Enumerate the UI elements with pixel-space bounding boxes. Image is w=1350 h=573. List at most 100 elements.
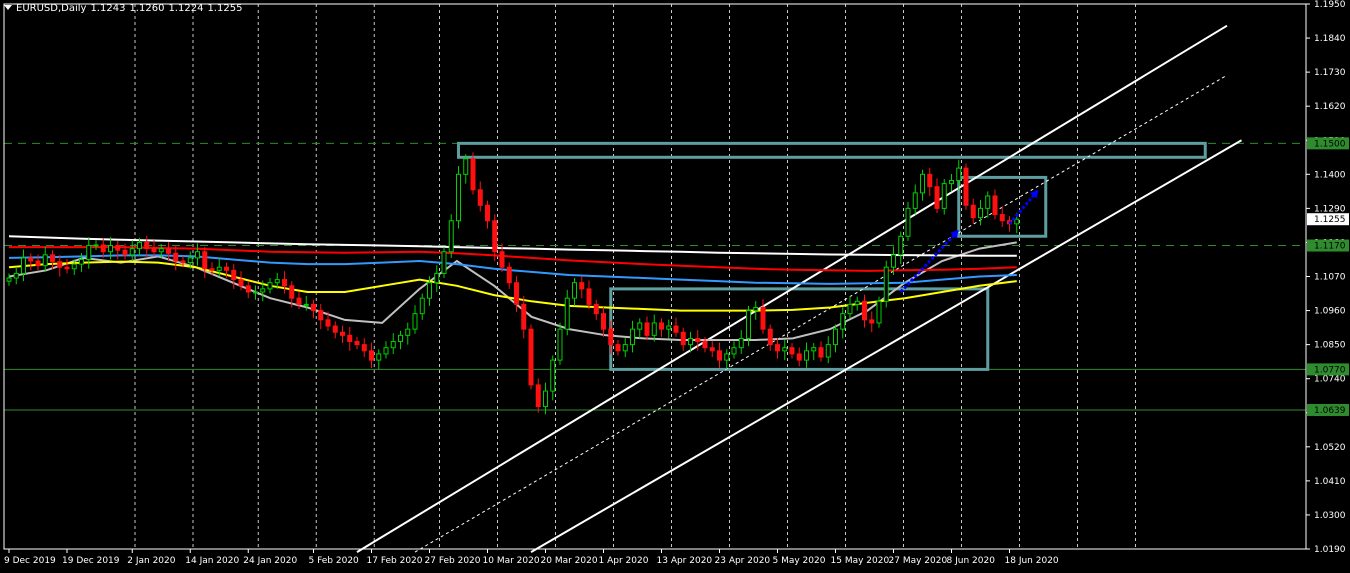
candle-body: [325, 319, 331, 327]
x-tick-label: 14 Jan 2020: [185, 556, 239, 566]
candle-body: [267, 282, 273, 290]
candle-body: [738, 337, 744, 349]
x-tick-label: 8 Jun 2020: [947, 556, 996, 566]
rectangle-objects[interactable]: [457, 141, 1207, 371]
candle-body: [354, 341, 360, 346]
candle-body: [717, 350, 722, 361]
candle-body: [64, 266, 70, 270]
candle-body: [586, 288, 592, 305]
candle-body: [202, 251, 208, 270]
candle-body: [702, 341, 708, 349]
candle-body: [434, 272, 440, 284]
rectangle-object: [457, 141, 1207, 159]
candle-body: [985, 195, 991, 209]
candle-body: [303, 303, 309, 306]
candle-body: [238, 279, 244, 287]
candle-body: [550, 359, 556, 392]
candle-body: [644, 322, 650, 336]
level-label: 1.0639: [1314, 406, 1346, 416]
candle-body: [129, 248, 135, 256]
candle-body: [419, 297, 425, 315]
candle-body: [347, 334, 353, 343]
candle-body: [115, 245, 121, 251]
candle-body: [274, 279, 280, 284]
x-tick-label: 1 Apr 2020: [599, 556, 649, 566]
candle-body: [535, 384, 541, 408]
candle-body: [782, 347, 788, 352]
candle-body: [521, 303, 527, 330]
channel-line: [530, 139, 1243, 553]
y-tick-label: 1.0300: [1314, 511, 1346, 521]
candle-body: [666, 325, 672, 330]
candle-body: [224, 266, 229, 271]
candle-body: [289, 285, 295, 299]
candle-body: [709, 347, 715, 352]
candle-body: [622, 344, 628, 352]
x-tick-label: 20 Mar 2020: [541, 556, 598, 566]
candle-body: [108, 245, 113, 253]
y-tick-label: 1.1840: [1314, 34, 1346, 44]
candle-body: [514, 282, 519, 305]
candle-body: [28, 257, 34, 262]
candle-body: [158, 248, 164, 253]
candle-body: [825, 344, 831, 358]
candle-body: [593, 303, 599, 315]
candle-body: [615, 344, 621, 352]
candle-body: [260, 288, 266, 293]
level-label: 1.1170: [1314, 242, 1346, 252]
candle-body: [35, 260, 41, 267]
candle-body: [579, 282, 585, 290]
x-tick-label: 10 Mar 2020: [483, 556, 540, 566]
candle-body: [731, 347, 737, 355]
y-tick-label: 1.0740: [1314, 375, 1346, 385]
candle-body: [405, 328, 411, 336]
candle-body: [673, 325, 679, 333]
arrow-line: [899, 229, 960, 294]
candle-body: [57, 261, 63, 268]
y-tick-label: 1.0850: [1314, 341, 1346, 351]
candle-body: [688, 337, 693, 346]
x-tick-label: 9 Dec 2019: [4, 556, 56, 566]
candle-body: [144, 241, 150, 250]
x-tick-label: 24 Jan 2020: [243, 556, 297, 566]
candle-body: [311, 303, 316, 312]
x-tick-label: 23 Apr 2020: [715, 556, 771, 566]
price-axis[interactable]: 1.19501.18401.17301.16201.15101.14001.12…: [1306, 0, 1349, 555]
candle-body: [695, 337, 701, 343]
candle-body: [282, 279, 287, 287]
candle-body: [651, 322, 657, 336]
candle-body: [151, 248, 157, 253]
y-tick-label: 1.1730: [1314, 68, 1346, 78]
candle-body: [811, 347, 817, 352]
candle-body: [100, 244, 106, 253]
candle-body: [854, 300, 860, 305]
y-tick-label: 1.0960: [1314, 307, 1346, 317]
candle-body: [180, 260, 186, 264]
y-tick-label: 1.0410: [1314, 477, 1346, 487]
candle-body: [680, 331, 686, 346]
dropdown-triangle-icon[interactable]: [4, 5, 12, 10]
candle-body: [398, 334, 403, 343]
candle-body: [122, 249, 128, 256]
candle-body: [216, 266, 222, 271]
channel-line: [414, 74, 1228, 553]
candle-body: [898, 235, 904, 256]
candle-body: [564, 297, 570, 330]
candle-body: [499, 251, 505, 268]
candle-body: [804, 350, 809, 361]
candle-body: [361, 344, 367, 352]
candle-body: [427, 282, 432, 299]
candle-body: [753, 306, 759, 312]
y-tick-label: 1.1950: [1314, 0, 1346, 10]
candle-body: [42, 254, 48, 267]
candle-body: [470, 158, 476, 191]
candle-body: [992, 195, 998, 216]
candle-body: [463, 158, 469, 175]
candle-body: [383, 347, 389, 355]
candle-body: [920, 173, 925, 194]
candle-body: [332, 325, 338, 333]
price-chart[interactable]: 1.19501.18401.17301.16201.15101.14001.12…: [0, 0, 1350, 573]
level-label: 1.1500: [1314, 139, 1346, 149]
symbol-label: EURUSD,Daily: [16, 3, 87, 14]
candle-body: [173, 252, 179, 262]
